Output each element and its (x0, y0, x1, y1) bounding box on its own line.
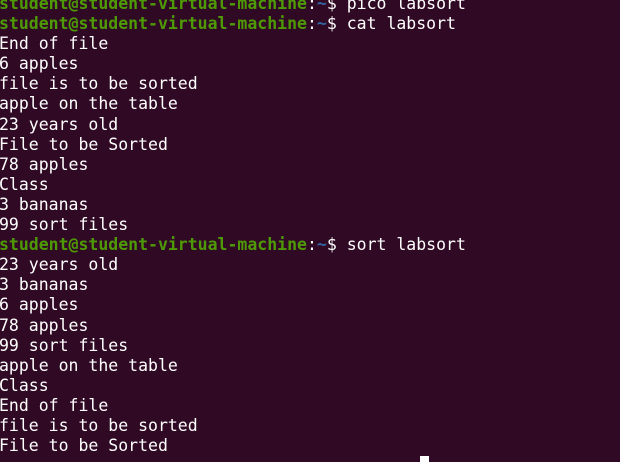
prompt-separator: : (306, 235, 317, 255)
prompt-line: student@student-virtual-machine:~$ pico … (0, 0, 466, 14)
output-line: 99 sort files (0, 215, 129, 235)
output-line: End of file (0, 395, 109, 415)
output-line: 3 bananas (0, 275, 89, 295)
prompt-separator: : (306, 14, 317, 34)
output-line: 3 bananas (0, 194, 89, 214)
output-line: 6 apples (0, 295, 79, 315)
command-text: cat labsort (346, 14, 456, 34)
prompt-path: ~ (316, 0, 327, 13)
output-line: file is to be sorted (0, 415, 198, 435)
prompt-symbol: $ (326, 14, 347, 34)
terminal-output: student@student-virtual-machine:~$ pico … (0, 0, 466, 456)
output-line: File to be Sorted (0, 134, 168, 154)
output-line: 23 years old (0, 114, 119, 134)
output-line: Class (0, 174, 49, 194)
command-text: pico labsort (346, 0, 466, 13)
prompt-user: student@student-virtual-machine (0, 0, 307, 13)
output-line: 6 apples (0, 54, 79, 74)
prompt-symbol: $ (326, 0, 347, 13)
prompt-user: student@student-virtual-machine (0, 235, 307, 255)
prompt-line: student@student-virtual-machine:~$ sort … (0, 235, 466, 255)
output-line: End of file (0, 34, 109, 54)
prompt-user: student@student-virtual-machine (0, 14, 307, 34)
prompt-separator: : (306, 0, 317, 13)
output-line: File to be Sorted (0, 436, 168, 456)
terminal-window[interactable]: student@student-virtual-machine:~$ pico … (0, 0, 620, 462)
output-line: apple on the table (0, 355, 178, 375)
output-line: 99 sort files (0, 335, 129, 355)
output-line: 23 years old (0, 255, 119, 275)
output-line: apple on the table (0, 94, 178, 114)
output-line: 78 apples (0, 154, 89, 174)
output-line: 78 apples (0, 315, 89, 335)
output-line: file is to be sorted (0, 74, 198, 94)
prompt-path: ~ (316, 235, 327, 255)
command-text: sort labsort (346, 235, 466, 255)
output-line: Class (0, 375, 49, 395)
text-cursor (420, 456, 429, 462)
prompt-line: student@student-virtual-machine:~$ cat l… (0, 14, 466, 34)
prompt-path: ~ (316, 14, 327, 34)
prompt-symbol: $ (326, 235, 347, 255)
